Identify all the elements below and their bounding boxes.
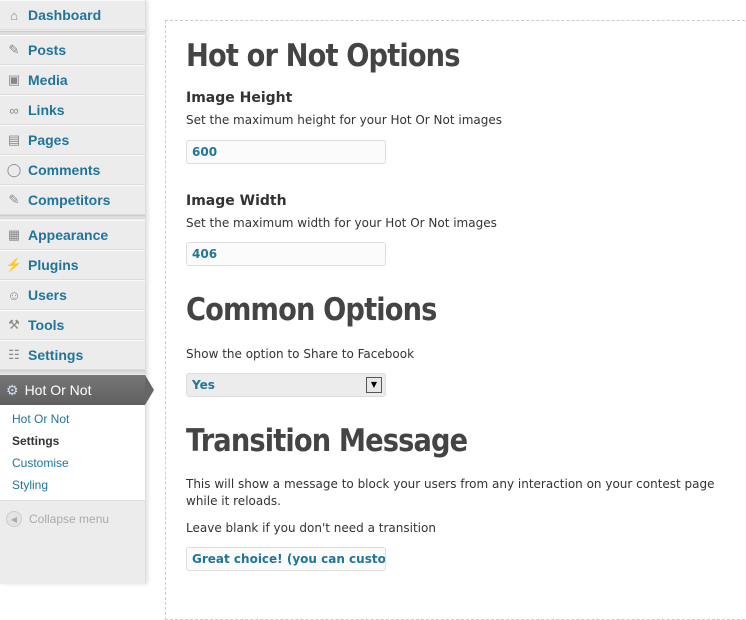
home-icon: ⌂ xyxy=(10,7,18,23)
submenu-settings[interactable]: Settings xyxy=(12,434,59,448)
menu-posts[interactable]: ✎ Posts xyxy=(0,35,145,65)
chevron-down-icon[interactable]: ▼ xyxy=(366,377,382,393)
transition-message-heading: Transition Message xyxy=(186,423,468,459)
gear-icon: ⚙ xyxy=(6,381,19,398)
menu-dashboard[interactable]: ⌂ Dashboard xyxy=(0,0,145,30)
users-icon: ☺ xyxy=(7,287,21,303)
menu-label: Dashboard xyxy=(28,7,102,23)
menu-label: Hot Or Not xyxy=(24,382,92,398)
common-options-heading: Common Options xyxy=(186,292,437,328)
menu-users[interactable]: ☺ Users xyxy=(0,280,145,310)
pin-icon: ✎ xyxy=(8,192,20,207)
transition-message-input[interactable]: Great choice! (you can customise this me… xyxy=(186,547,386,571)
media-icon: ▣ xyxy=(7,72,21,87)
tools-icon: ⚒ xyxy=(8,317,20,332)
menu-pages[interactable]: ▤ Pages xyxy=(0,125,145,155)
pin-icon: ✎ xyxy=(8,42,20,57)
admin-sidebar: ⌂ Dashboard ✎ Posts ▣ Media ∞ Links ▤ Pages ◯… xyxy=(0,0,154,584)
menu-media[interactable]: ▣ Media xyxy=(0,65,145,95)
menu-label: Links xyxy=(28,102,65,118)
collapse-arrow-icon: ◀ xyxy=(6,511,22,527)
menu-label: Appearance xyxy=(28,227,109,243)
comment-icon: ◯ xyxy=(6,162,22,177)
menu-links[interactable]: ∞ Links xyxy=(0,95,145,125)
image-height-label: Image Height xyxy=(186,90,293,106)
menu-label: Tools xyxy=(28,317,65,333)
pages-icon: ▤ xyxy=(7,132,21,147)
link-icon: ∞ xyxy=(9,102,19,118)
menu-label: Media xyxy=(28,72,68,88)
menu-separator xyxy=(0,370,145,374)
transition-hint: Leave blank if you don't need a transiti… xyxy=(186,521,436,535)
menu-appearance[interactable]: ▦ Appearance xyxy=(0,220,145,250)
share-facebook-desc: Show the option to Share to Facebook xyxy=(186,347,415,361)
menu-separator xyxy=(0,215,145,219)
menu-plugins[interactable]: ⚡ Plugins xyxy=(0,250,145,280)
collapse-menu-button[interactable]: ◀ Collapse menu xyxy=(6,511,109,527)
menu-competitors[interactable]: ✎ Competitors xyxy=(0,185,145,215)
menu-tools[interactable]: ⚒ Tools xyxy=(0,310,145,340)
menu-label: Posts xyxy=(28,42,67,58)
menu-settings[interactable]: ☷ Settings xyxy=(0,340,145,370)
plugin-icon: ⚡ xyxy=(5,257,23,272)
submenu-customise[interactable]: Customise xyxy=(12,456,69,470)
image-width-label: Image Width xyxy=(186,193,287,209)
collapse-label: Collapse menu xyxy=(29,512,110,526)
transition-desc: This will show a message to block your u… xyxy=(186,477,715,508)
menu-label: Comments xyxy=(28,162,101,178)
page-title: Hot or Not Options xyxy=(186,38,460,74)
share-facebook-select[interactable]: Yes ▼ xyxy=(186,373,386,397)
menu-label: Competitors xyxy=(28,192,111,208)
menu-comments[interactable]: ◯ Comments xyxy=(0,155,145,185)
menu-label: Pages xyxy=(28,132,70,148)
menu-label: Users xyxy=(28,287,67,303)
submenu-styling[interactable]: Styling xyxy=(12,478,48,492)
select-value: Yes xyxy=(192,378,215,392)
submenu-hot-or-not[interactable]: Hot Or Not xyxy=(12,412,69,426)
settings-icon: ☷ xyxy=(8,347,20,362)
menu-label: Plugins xyxy=(28,257,79,273)
image-height-input[interactable]: 600 xyxy=(186,140,386,164)
image-width-desc: Set the maximum width for your Hot Or No… xyxy=(186,216,497,230)
menu-hot-or-not[interactable]: ⚙ Hot Or Not xyxy=(0,375,154,405)
appearance-icon: ▦ xyxy=(7,227,21,242)
image-height-desc: Set the maximum height for your Hot Or N… xyxy=(186,113,503,127)
menu-label: Settings xyxy=(28,347,84,363)
submenu: Hot Or Not Settings Customise Styling xyxy=(0,405,145,501)
image-width-input[interactable]: 406 xyxy=(186,242,386,266)
